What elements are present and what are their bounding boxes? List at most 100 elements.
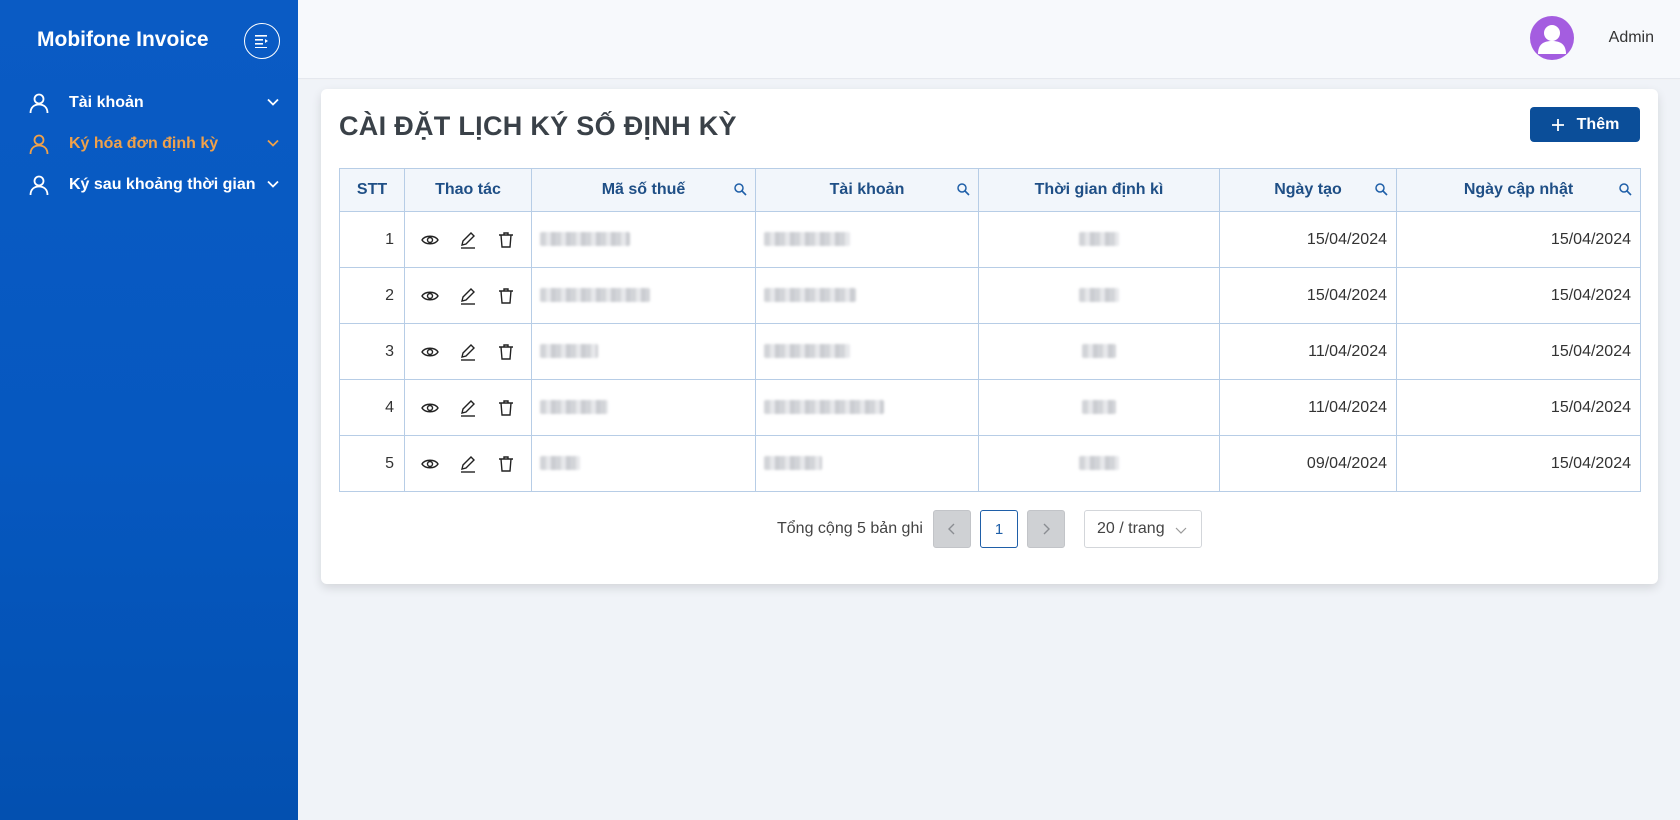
cell-actions (404, 267, 532, 324)
cell-ma-so-thue-redacted (531, 323, 756, 380)
sidebar-item-ky-hoa-don-dinh-ky[interactable]: Ký hóa đơn định kỳ (0, 123, 298, 164)
user-name[interactable]: Admin (1609, 29, 1654, 47)
cell-ngay-tao: 15/04/2024 (1219, 211, 1397, 268)
cell-thoi-gian-redacted (978, 379, 1220, 436)
cell-ngay-cap-nhat: 15/04/2024 (1396, 267, 1641, 324)
avatar[interactable] (1530, 16, 1574, 60)
chevron-down-icon (267, 180, 279, 188)
main-card: CÀI ĐẶT LỊCH KÝ SỐ ĐỊNH KỲ Thêm STT Thao… (321, 89, 1658, 584)
col-header-stt: STT (339, 168, 405, 212)
top-header: Admin (298, 0, 1680, 79)
plus-icon (1551, 118, 1564, 131)
cell-tai-khoan-redacted (755, 323, 979, 380)
search-icon[interactable] (1374, 182, 1388, 196)
trash-icon[interactable] (496, 286, 516, 306)
cell-tai-khoan-redacted (755, 267, 979, 324)
cell-stt: 3 (339, 323, 405, 380)
cell-stt: 4 (339, 379, 405, 436)
search-icon[interactable] (956, 182, 970, 196)
cell-thoi-gian-redacted (978, 211, 1220, 268)
menu-toggle-button[interactable] (244, 23, 280, 59)
total-records-text: Tổng cộng 5 bản ghi (777, 520, 923, 537)
user-icon (29, 175, 49, 196)
col-header-tai-khoan: Tài khoản (755, 168, 979, 212)
cell-ngay-tao: 15/04/2024 (1219, 267, 1397, 324)
sidebar-nav: Tài khoản Ký hóa đơn định kỳ Ký sau khoả… (0, 82, 298, 205)
search-icon[interactable] (733, 182, 747, 196)
sidebar: Mobifone Invoice Tài khoản Ký hóa đơn đị… (0, 0, 298, 820)
cell-tai-khoan-redacted (755, 435, 979, 492)
col-header-ngay-tao: Ngày tạo (1219, 168, 1397, 212)
table-row: 4 11/04/2024 15/04/2024 (339, 379, 1641, 436)
eye-icon[interactable] (420, 230, 440, 250)
add-button[interactable]: Thêm (1530, 107, 1640, 142)
cell-ngay-cap-nhat: 15/04/2024 (1396, 211, 1641, 268)
edit-icon[interactable] (458, 454, 478, 474)
table-row: 3 11/04/2024 15/04/2024 (339, 323, 1641, 380)
cell-actions (404, 323, 532, 380)
col-header-ngay-cap-nhat: Ngày cập nhật (1396, 168, 1641, 212)
edit-icon[interactable] (458, 286, 478, 306)
col-header-ma-so-thue: Mã số thuế (531, 168, 756, 212)
cell-ngay-cap-nhat: 15/04/2024 (1396, 435, 1641, 492)
cell-ma-so-thue-redacted (531, 267, 756, 324)
trash-icon[interactable] (496, 230, 516, 250)
cell-ma-so-thue-redacted (531, 211, 756, 268)
chevron-left-icon (948, 523, 955, 535)
add-button-label: Thêm (1576, 115, 1620, 133)
page-button-current[interactable]: 1 (980, 510, 1018, 548)
col-header-thoi-gian-dinh-ki: Thời gian định kì (978, 168, 1220, 212)
col-header-thao-tac: Thao tác (404, 168, 532, 212)
cell-ngay-tao: 11/04/2024 (1219, 379, 1397, 436)
cell-actions (404, 211, 532, 268)
avatar-user-icon (1538, 25, 1566, 54)
chevron-right-icon (1043, 523, 1050, 535)
edit-icon[interactable] (458, 230, 478, 250)
page-title: CÀI ĐẶT LỊCH KÝ SỐ ĐỊNH KỲ (339, 111, 737, 141)
cell-tai-khoan-redacted (755, 379, 979, 436)
cell-stt: 2 (339, 267, 405, 324)
table-header-row: STT Thao tác Mã số thuế Tài khoản Thời g… (339, 168, 1641, 212)
eye-icon[interactable] (420, 398, 440, 418)
user-icon (29, 93, 49, 114)
cell-thoi-gian-redacted (978, 435, 1220, 492)
pagination: Tổng cộng 5 bản ghi 1 20 / trang (321, 510, 1658, 548)
trash-icon[interactable] (496, 342, 516, 362)
cell-stt: 5 (339, 435, 405, 492)
cell-ngay-tao: 11/04/2024 (1219, 323, 1397, 380)
table-row: 1 15/04/2024 15/04/2024 (339, 211, 1641, 268)
sidebar-item-ky-sau-khoang-thoi-gian[interactable]: Ký sau khoảng thời gian (0, 164, 298, 205)
trash-icon[interactable] (496, 454, 516, 474)
cell-thoi-gian-redacted (978, 323, 1220, 380)
search-icon[interactable] (1618, 182, 1632, 196)
cell-ma-so-thue-redacted (531, 379, 756, 436)
sidebar-item-tai-khoan[interactable]: Tài khoản (0, 82, 298, 123)
next-page-button[interactable] (1027, 510, 1065, 548)
cell-ngay-tao: 09/04/2024 (1219, 435, 1397, 492)
chevron-down-icon (267, 98, 279, 106)
cell-ma-so-thue-redacted (531, 435, 756, 492)
prev-page-button[interactable] (933, 510, 971, 548)
eye-icon[interactable] (420, 286, 440, 306)
cell-actions (404, 379, 532, 436)
cell-ngay-cap-nhat: 15/04/2024 (1396, 323, 1641, 380)
cell-thoi-gian-redacted (978, 267, 1220, 324)
menu-collapse-icon (255, 35, 268, 48)
user-icon (29, 134, 49, 155)
table-row: 2 15/04/2024 15/04/2024 (339, 267, 1641, 324)
schedule-table: STT Thao tác Mã số thuế Tài khoản Thời g… (339, 168, 1641, 492)
sidebar-item-label: Ký hóa đơn định kỳ (69, 134, 219, 152)
cell-tai-khoan-redacted (755, 211, 979, 268)
edit-icon[interactable] (458, 342, 478, 362)
brand-title: Mobifone Invoice (37, 28, 209, 51)
edit-icon[interactable] (458, 398, 478, 418)
page-size-select[interactable]: 20 / trang (1084, 510, 1202, 548)
eye-icon[interactable] (420, 342, 440, 362)
sidebar-item-label: Tài khoản (69, 93, 144, 111)
trash-icon[interactable] (496, 398, 516, 418)
eye-icon[interactable] (420, 454, 440, 474)
sidebar-item-label: Ký sau khoảng thời gian (69, 175, 256, 193)
cell-stt: 1 (339, 211, 405, 268)
table-row: 5 09/04/2024 15/04/2024 (339, 435, 1641, 492)
cell-actions (404, 435, 532, 492)
